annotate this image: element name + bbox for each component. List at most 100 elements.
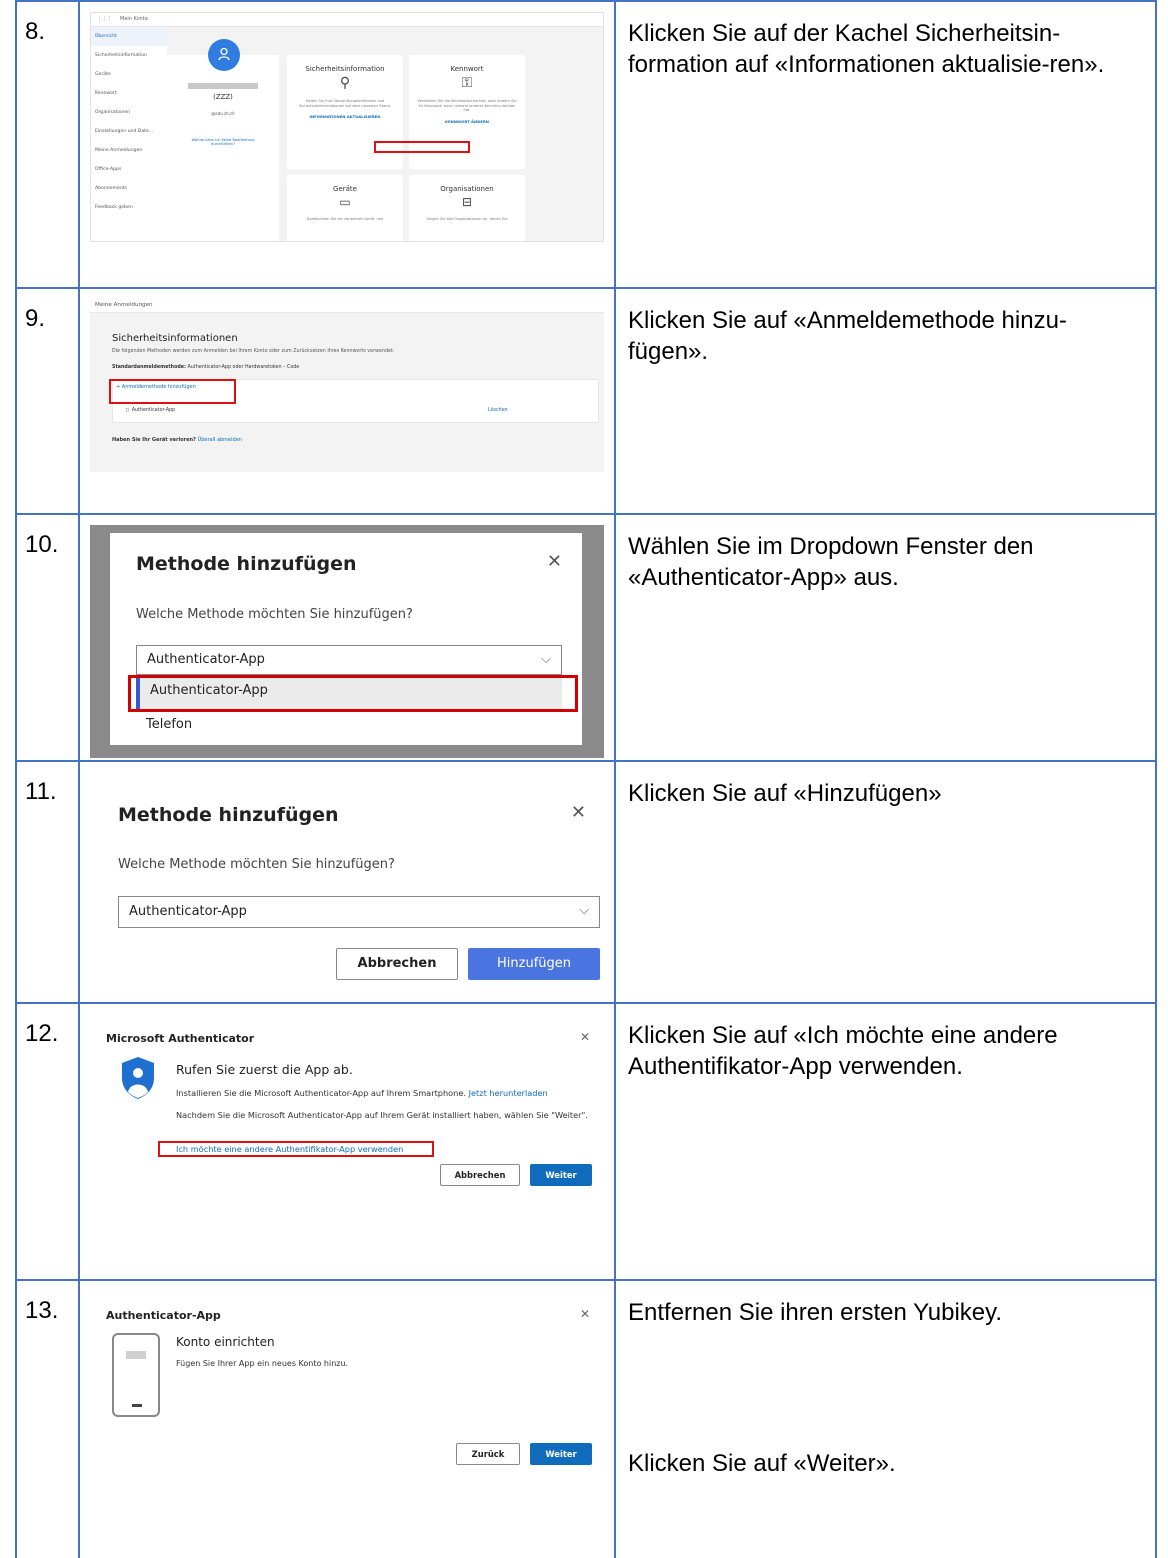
- download-link[interactable]: Jetzt herunterladen: [469, 1088, 548, 1098]
- page-subtitle: Die folgenden Methoden werden zum Anmeld…: [112, 349, 395, 354]
- dialog-title: Microsoft Authenticator: [106, 1032, 255, 1045]
- default-value: Authenticator-App oder Hardwaretoken – C…: [187, 365, 300, 370]
- nav-item[interactable]: Geräte: [91, 65, 167, 84]
- next-button[interactable]: Weiter: [530, 1164, 592, 1186]
- nav-item[interactable]: Office-Apps: [91, 160, 167, 179]
- highlight-box: [374, 141, 470, 153]
- close-icon[interactable]: ✕: [580, 1030, 590, 1044]
- dialog-title: Methode hinzufügen: [118, 804, 339, 826]
- lost-text: Haben Sie Ihr Gerät verloren?: [112, 437, 196, 443]
- close-icon[interactable]: ✕: [547, 551, 562, 572]
- method-select[interactable]: Authenticator-App ⌵: [118, 896, 600, 928]
- security-icon: ⚲: [339, 75, 351, 91]
- key-icon: ⚿: [461, 75, 473, 91]
- close-icon[interactable]: ✕: [580, 1307, 590, 1321]
- tile-text: Verstärken Sie die Kennwortsicherheit, o…: [417, 99, 517, 113]
- next-button[interactable]: Weiter: [530, 1443, 592, 1465]
- default-label: Standardanmeldemethode:: [112, 365, 186, 370]
- nav-item[interactable]: Meine Anmeldungen: [91, 141, 167, 160]
- briefcase-icon: ⊟: [461, 195, 473, 209]
- step-screenshot: Methode hinzufügen ✕ Welche Methode möch…: [78, 513, 616, 762]
- option-phone[interactable]: Telefon: [136, 709, 562, 743]
- page-heading: Sicherheitsinformationen: [112, 333, 238, 344]
- organizations-tile: Organisationen ⊟ Zeigen Sie alle Organis…: [409, 175, 525, 241]
- step-description: Klicken Sie auf der Kachel Sicherheitsin…: [614, 0, 1157, 289]
- dialog-question: Welche Methode möchten Sie hinzufügen?: [118, 857, 395, 872]
- step-row: 12. Microsoft Authenticator ✕ Rufen Sie …: [15, 1002, 1157, 1281]
- step-description: Klicken Sie auf «Hinzufügen»: [614, 760, 1157, 1004]
- nav-item[interactable]: Sicherheitsinformation: [91, 46, 167, 65]
- step-description: Klicken Sie auf «Anmeldemethode hinzu-fü…: [614, 287, 1157, 515]
- install-text: Installieren Sie die Microsoft Authentic…: [176, 1088, 548, 1098]
- default-method: Standardanmeldemethode: Authenticator-Ap…: [112, 365, 299, 370]
- tile-title: Kennwort: [450, 65, 484, 73]
- dropdown-screenshot: Methode hinzufügen ✕ Welche Methode möch…: [90, 525, 604, 758]
- instruction-click-next: Klicken Sie auf «Weiter».: [628, 1450, 896, 1477]
- sidebar: Übersicht Sicherheitsinformation Geräte …: [91, 27, 167, 241]
- profile-name: (ZZZ): [213, 93, 233, 101]
- nav-item[interactable]: Kennwort: [91, 84, 167, 103]
- sign-out-everywhere-link[interactable]: Überall abmelden: [198, 437, 242, 443]
- step-screenshot: Meine Anmeldungen Sicherheitsinformation…: [78, 287, 616, 515]
- step-screenshot: Microsoft Authenticator ✕ Rufen Sie zuer…: [78, 1002, 616, 1281]
- phone-icon: [112, 1333, 160, 1417]
- redacted-name: [188, 83, 258, 89]
- top-label: Meine Anmeldungen: [90, 299, 604, 313]
- method-label: Authenticator-App: [131, 408, 176, 413]
- highlight-box: [128, 675, 578, 712]
- step-number: 9.: [15, 287, 80, 515]
- phone-button: [132, 1404, 142, 1407]
- nav-item[interactable]: Organisationen: [91, 103, 167, 122]
- top-bar: ⋮⋮⋮ Mein Konto: [91, 13, 603, 27]
- main-area: (ZZZ) @edu.zh.ch Warum kann ich keine Be…: [167, 27, 603, 241]
- step-row: 11. Methode hinzufügen ✕ Welche Methode …: [15, 760, 1157, 1004]
- step-number: 8.: [15, 0, 80, 289]
- add-button[interactable]: Hinzufügen: [468, 948, 600, 980]
- step-number: 12.: [15, 1002, 80, 1281]
- app-launcher-icon: ⋮⋮⋮: [97, 16, 112, 22]
- dialog-heading: Rufen Sie zuerst die App ab.: [176, 1062, 353, 1077]
- tile-text: Halten Sie Ihre Überprüfungsmethoden und…: [299, 99, 391, 108]
- close-icon[interactable]: ✕: [571, 802, 586, 823]
- nav-item[interactable]: Abonnements: [91, 179, 167, 198]
- step-number: 11.: [15, 760, 80, 1004]
- highlight-box: [158, 1141, 434, 1157]
- nav-item[interactable]: Feedback geben: [91, 198, 167, 217]
- ms-authenticator-screenshot: Microsoft Authenticator ✕ Rufen Sie zuer…: [90, 1014, 604, 1269]
- add-method-screenshot: Methode hinzufügen ✕ Welche Methode möch…: [90, 772, 604, 998]
- step-number: 10.: [15, 513, 80, 762]
- edit-info-link[interactable]: Warum kann ich keine Bearbeitung durchfü…: [167, 138, 279, 146]
- step-screenshot: ⋮⋮⋮ Mein Konto Übersicht Sicherheitsinfo…: [78, 0, 616, 289]
- cancel-button[interactable]: Abbrechen: [336, 948, 458, 980]
- install-label: Installieren Sie die Microsoft Authentic…: [176, 1088, 466, 1098]
- lost-device: Haben Sie Ihr Gerät verloren? Überall ab…: [112, 437, 242, 443]
- nav-item[interactable]: Übersicht: [91, 27, 167, 46]
- instruction-remove-key: Entfernen Sie ihren ersten Yubikey.: [628, 1299, 1003, 1326]
- update-info-link[interactable]: INFORMATIONEN AKTUALISIEREN: [287, 114, 403, 119]
- authenticator-app-screenshot: Authenticator-App ✕ Konto einrichten Füg…: [90, 1291, 604, 1521]
- step-description: Wählen Sie im Dropdown Fenster den «Auth…: [614, 513, 1157, 762]
- step-row: 8. ⋮⋮⋮ Mein Konto Übersicht Sicherheitsi…: [15, 0, 1157, 289]
- dialog-question: Welche Methode möchten Sie hinzufügen?: [136, 607, 413, 622]
- security-info-screenshot: Meine Anmeldungen Sicherheitsinformation…: [90, 299, 604, 472]
- instruction-table: 8. ⋮⋮⋮ Mein Konto Übersicht Sicherheitsi…: [15, 0, 1157, 1558]
- devices-tile: Geräte ▭ Deaktivieren Sie ein verlorenes…: [287, 175, 403, 241]
- change-password-link[interactable]: KENNWORT ÄNDERN: [409, 119, 525, 124]
- step-screenshot: Methode hinzufügen ✕ Welche Methode möch…: [78, 760, 616, 1004]
- select-value: Authenticator-App: [129, 904, 247, 919]
- profile-email: @edu.zh.ch: [211, 111, 235, 116]
- my-account-screenshot: ⋮⋮⋮ Mein Konto Übersicht Sicherheitsinfo…: [90, 12, 604, 242]
- cancel-button[interactable]: Abbrechen: [440, 1164, 520, 1186]
- dialog-title: Authenticator-App: [106, 1309, 221, 1322]
- step-screenshot: Authenticator-App ✕ Konto einrichten Füg…: [78, 1279, 616, 1558]
- app-label: Mein Konto: [120, 16, 148, 22]
- delete-link[interactable]: Löschen: [488, 408, 508, 413]
- tile-title: Sicherheitsinformation: [305, 65, 385, 73]
- back-button[interactable]: Zurück: [456, 1443, 520, 1465]
- highlight-box: [109, 379, 236, 404]
- method-select[interactable]: Authenticator-App ⌵: [136, 645, 562, 675]
- tile-title: Organisationen: [440, 185, 494, 193]
- step-number: 13.: [15, 1279, 80, 1558]
- nav-item[interactable]: Einstellungen und Date...: [91, 122, 167, 141]
